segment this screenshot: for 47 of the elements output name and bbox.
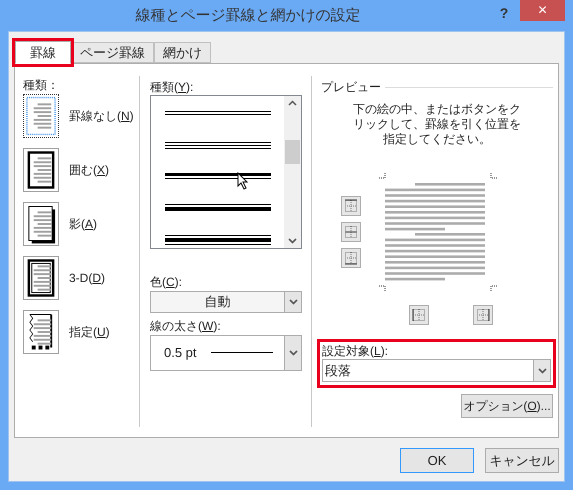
tab[interactable]: ページ罫線 <box>71 42 154 63</box>
option-label: 3-D(D) <box>69 270 106 287</box>
top-border-button[interactable] <box>341 196 361 216</box>
bottom-border-button[interactable] <box>341 248 361 268</box>
tab[interactable]: 網かけ <box>154 42 211 63</box>
border-setting-box-option[interactable] <box>23 148 59 192</box>
inside-horizontal-border-button[interactable] <box>341 222 361 242</box>
chevron-down-icon <box>288 350 298 356</box>
border-setting-none-option[interactable] <box>23 94 59 138</box>
options-button[interactable]: オプション(O)... <box>461 394 553 418</box>
option-label: 指定(U) <box>69 324 110 341</box>
line-style-option[interactable] <box>164 142 270 152</box>
line-width-select[interactable]: 0.5 pt <box>150 335 302 371</box>
close-button[interactable]: × <box>520 0 565 21</box>
left-border-button[interactable] <box>409 305 429 325</box>
option-label: 罫線なし(N) <box>69 108 134 125</box>
setting-label: 種類： <box>23 77 60 94</box>
help-button[interactable]: ? <box>496 3 512 23</box>
color-select[interactable]: 自動 <box>150 291 302 313</box>
apply-to-select[interactable]: 段落 <box>322 359 551 382</box>
option-label: 影(A) <box>69 216 98 233</box>
window-title: 線種とページ罫線と網かけの設定 <box>136 6 360 26</box>
right-border-button[interactable] <box>473 305 493 325</box>
dialog-button[interactable]: OK <box>400 448 474 473</box>
chevron-down-icon <box>288 238 297 244</box>
border-setting-shadow-option[interactable] <box>23 202 59 246</box>
line-style-list[interactable] <box>150 95 302 249</box>
line-width-sample-icon <box>211 352 273 354</box>
field-label: 色(C): <box>150 274 184 291</box>
scrollbar[interactable] <box>284 96 301 248</box>
field-label: 種類(Y): <box>150 79 194 95</box>
preview-legend: プレビュー <box>321 78 381 96</box>
chevron-down-icon <box>288 299 298 305</box>
field-label: 設定対象(L): <box>322 343 390 359</box>
scrollbar-thumb[interactable] <box>285 140 300 164</box>
cursor-icon <box>237 172 249 190</box>
preview-instructions: 下の絵の中、またはボタンをクリックして、罫線を引く位置を指定してください。 <box>352 102 522 147</box>
option-label: 囲む(X) <box>69 162 110 179</box>
field-label: 線の太さ(W): <box>150 318 222 335</box>
border-setting-threed-option[interactable] <box>23 256 59 300</box>
line-style-option[interactable] <box>164 204 270 214</box>
dialog-button[interactable]: キャンセル <box>485 448 559 473</box>
scroll-up-icon <box>288 100 297 106</box>
chevron-down-icon <box>538 368 546 374</box>
line-style-option[interactable] <box>164 235 270 245</box>
tab[interactable]: 罫線 <box>15 41 71 64</box>
border-setting-custom-option[interactable] <box>23 310 59 354</box>
